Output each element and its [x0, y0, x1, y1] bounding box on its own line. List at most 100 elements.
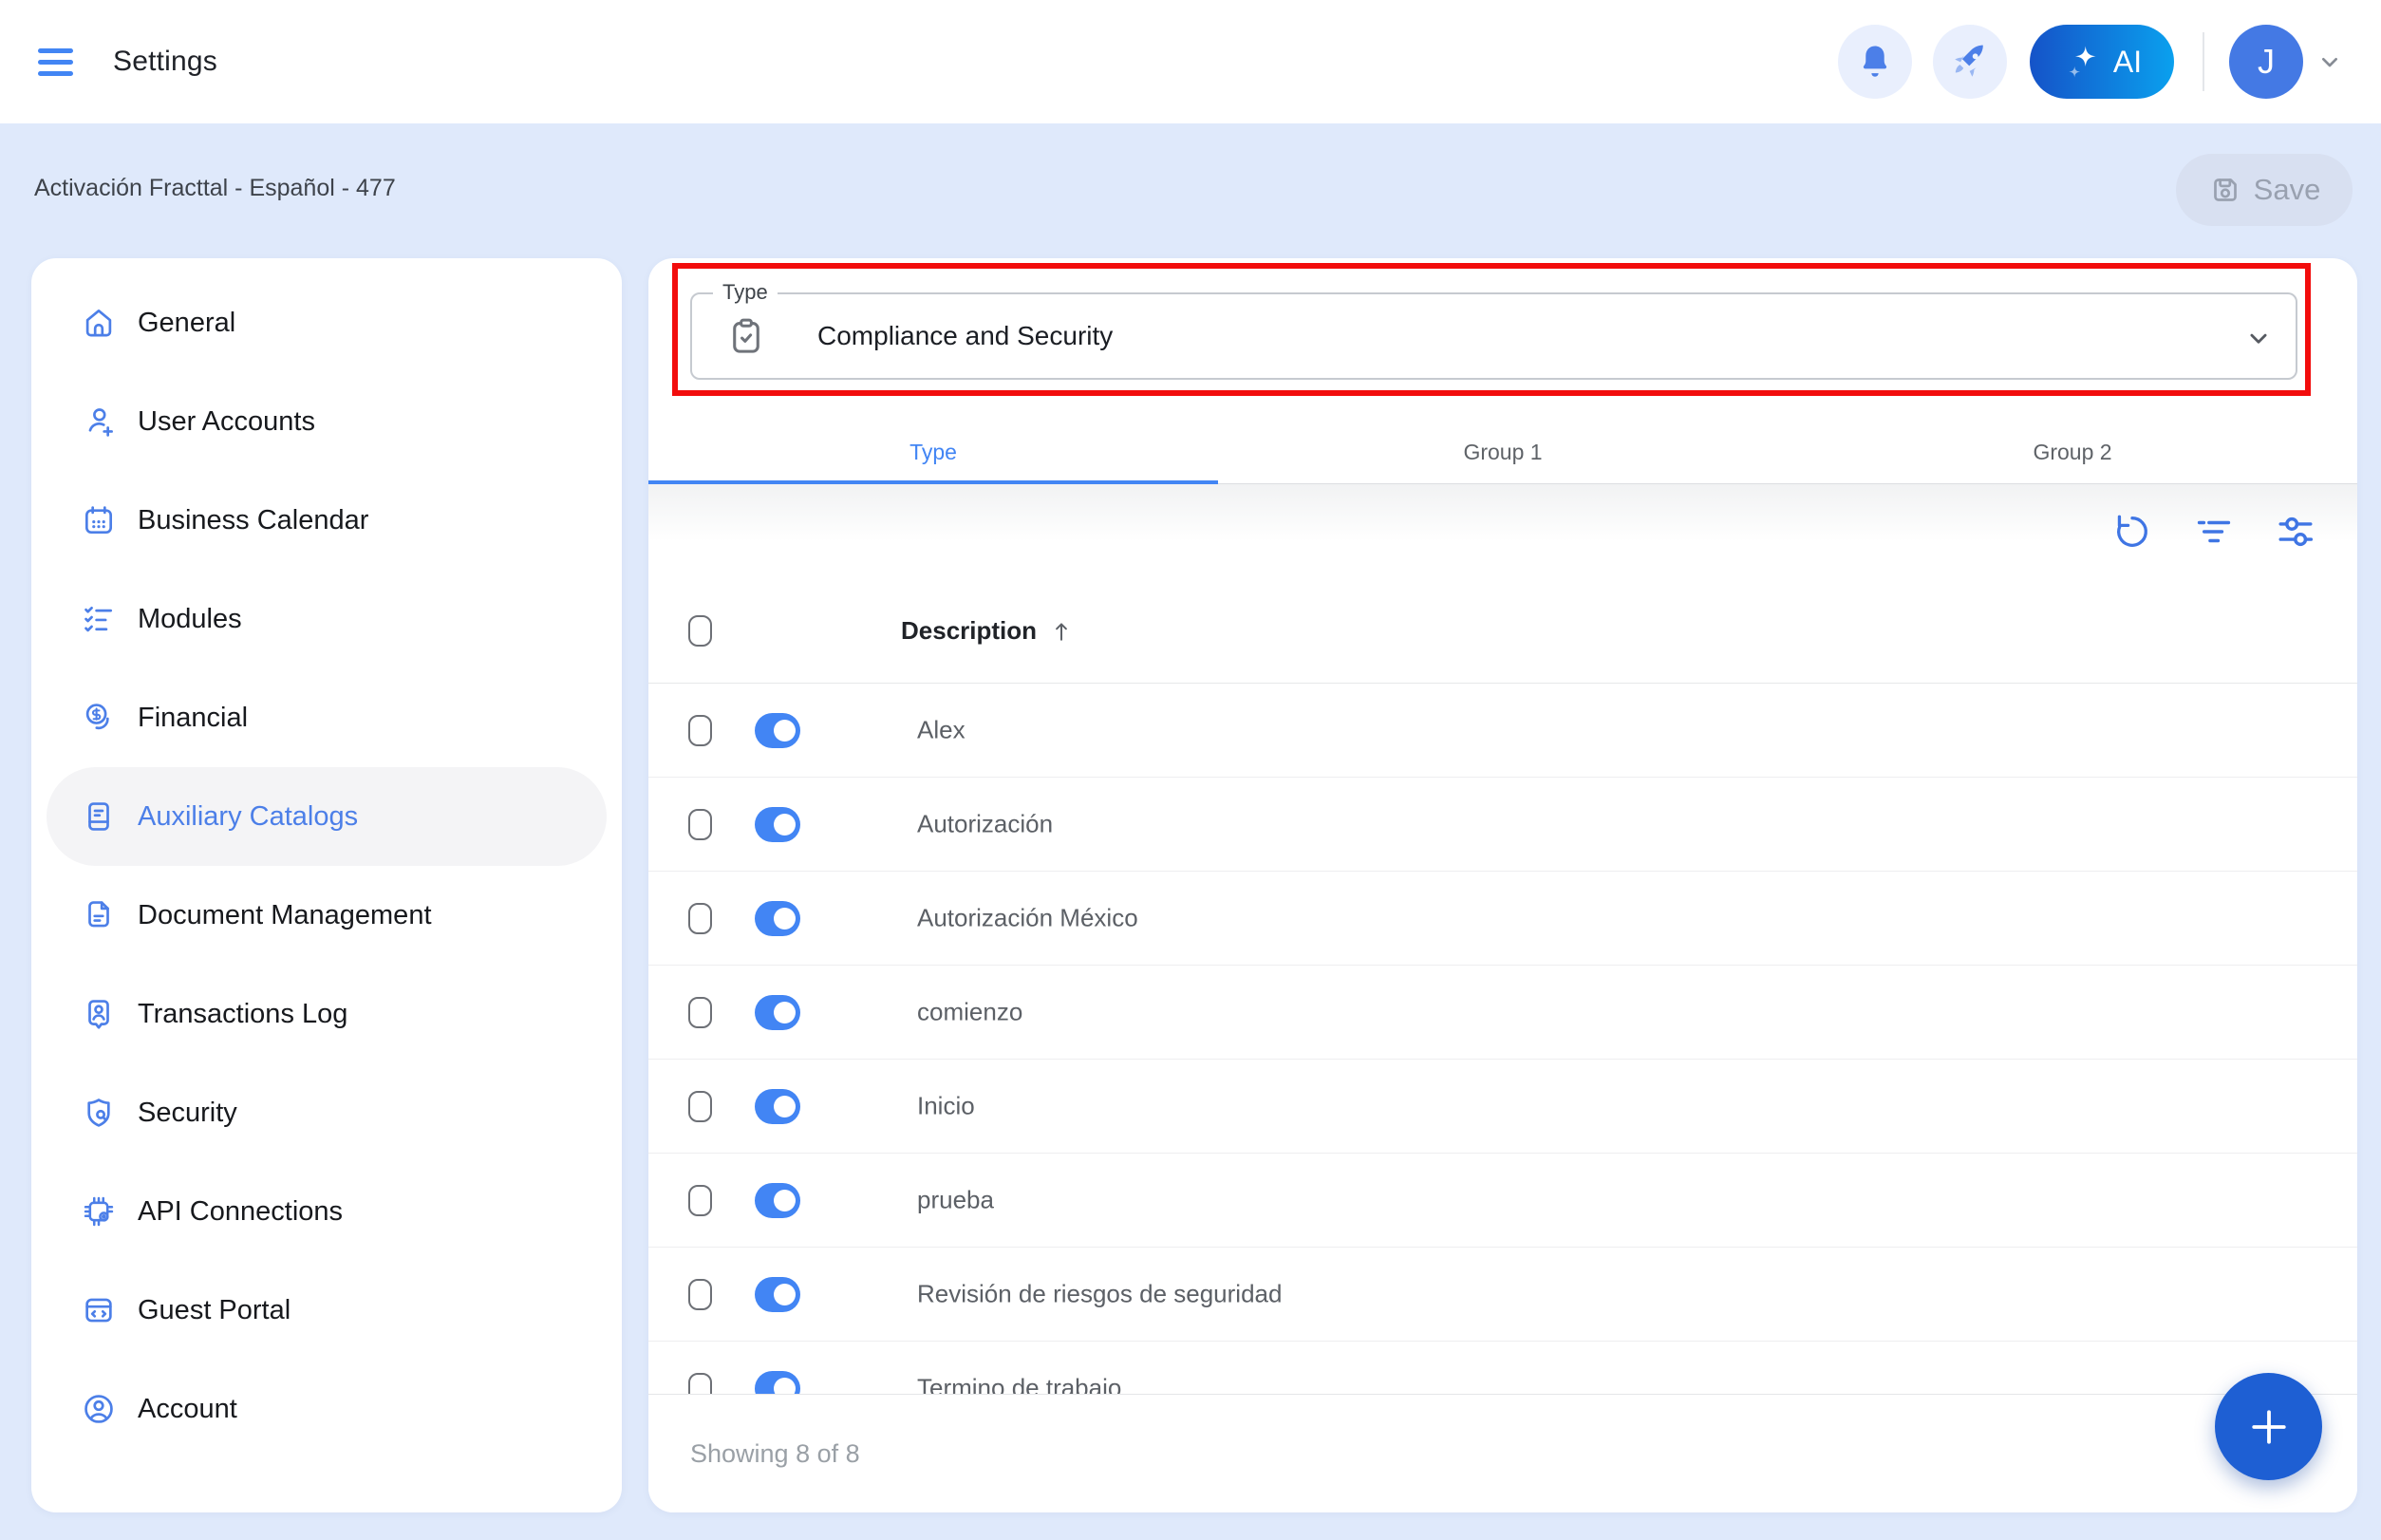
tab-group-2[interactable]: Group 2: [1788, 422, 2357, 483]
type-select-value: Compliance and Security: [817, 321, 1114, 350]
save-icon: [2208, 173, 2242, 207]
table-row: Alex: [648, 684, 2357, 778]
row-description: Alex: [917, 715, 966, 744]
notifications-button[interactable]: [1838, 25, 1912, 99]
ai-button[interactable]: AI: [2030, 25, 2174, 99]
tab-type[interactable]: Type: [648, 422, 1218, 484]
toggle-knob: [774, 1190, 796, 1211]
toggle-knob: [774, 908, 796, 930]
checklist-icon: [81, 601, 117, 637]
plus-icon: [2243, 1401, 2295, 1453]
toggle-knob: [774, 1096, 796, 1117]
tab-group-1[interactable]: Group 1: [1218, 422, 1788, 483]
sidebar-item-account[interactable]: Account: [47, 1360, 607, 1458]
sidebar-item-modules[interactable]: Modules: [47, 570, 607, 668]
calendar-icon: [81, 502, 117, 538]
row-checkbox[interactable]: [688, 903, 712, 934]
select-chevron-down-icon: [2242, 322, 2275, 354]
avatar[interactable]: J: [2229, 25, 2303, 99]
row-description: Termino de trabajo: [917, 1373, 1122, 1395]
whats-new-button[interactable]: [1933, 25, 2007, 99]
row-toggle[interactable]: [755, 1277, 800, 1312]
sidebar-item-general[interactable]: General: [47, 273, 607, 372]
menu-icon: [38, 47, 73, 53]
toggle-knob: [774, 1378, 796, 1394]
chevron-down-icon[interactable]: [2315, 47, 2345, 77]
type-select-label: Type: [713, 280, 778, 306]
table-body: Alex Autorización Autorización México co…: [648, 684, 2357, 1394]
table-row: Autorización México: [648, 872, 2357, 966]
row-checkbox[interactable]: [688, 1185, 712, 1216]
sidebar-item-api-connections[interactable]: API Connections: [47, 1162, 607, 1261]
column-header-description[interactable]: Description: [901, 579, 1075, 683]
id-badge-icon: [81, 996, 117, 1032]
breadcrumb: Activación Fracttal - Español - 477: [34, 174, 396, 201]
row-checkbox[interactable]: [688, 809, 712, 840]
bell-icon: [1854, 41, 1896, 83]
row-checkbox[interactable]: [688, 997, 712, 1028]
ai-button-label: AI: [2112, 44, 2143, 79]
row-toggle[interactable]: [755, 1183, 800, 1218]
table-row: Autorización: [648, 778, 2357, 872]
row-toggle[interactable]: [755, 807, 800, 842]
select-all-checkbox[interactable]: [688, 615, 712, 647]
row-checkbox[interactable]: [688, 1091, 712, 1122]
sidebar-item-user-accounts[interactable]: User Accounts: [47, 372, 607, 471]
sidebar-item-guest-portal[interactable]: Guest Portal: [47, 1261, 607, 1360]
column-settings-button[interactable]: [2274, 510, 2317, 554]
filter-icon: [2193, 511, 2235, 553]
save-label: Save: [2253, 173, 2321, 206]
app-root: Settings AI J Activación Fracttal - Espa…: [0, 0, 2381, 1540]
column-header-label: Description: [901, 616, 1038, 645]
chip-gear-icon: [81, 1193, 117, 1230]
refresh-button[interactable]: [2110, 510, 2154, 554]
menu-button[interactable]: [38, 47, 73, 76]
sidebar-item-business-calendar[interactable]: Business Calendar: [47, 471, 607, 570]
row-toggle[interactable]: [755, 713, 800, 748]
row-toggle[interactable]: [755, 1371, 800, 1394]
add-button[interactable]: [2215, 1373, 2322, 1480]
row-description: prueba: [917, 1185, 994, 1214]
refresh-icon: [2111, 511, 2153, 553]
sidebar-item-security[interactable]: Security: [47, 1063, 607, 1162]
row-checkbox[interactable]: [688, 1279, 712, 1310]
sidebar-item-transactions-log[interactable]: Transactions Log: [47, 965, 607, 1063]
document-icon: [81, 897, 117, 933]
table-row: Revisión de riesgos de seguridad: [648, 1248, 2357, 1342]
table-row: Termino de trabajo: [648, 1342, 2357, 1394]
main-panel: Type Compliance and Security Type Group …: [648, 258, 2357, 1512]
sidebar-item-auxiliary-catalogs[interactable]: Auxiliary Catalogs: [47, 767, 607, 866]
browser-icon: [81, 1292, 117, 1328]
row-description: Revisión de riesgos de seguridad: [917, 1279, 1283, 1308]
row-toggle[interactable]: [755, 901, 800, 936]
home-icon: [81, 305, 117, 341]
sidebar-item-financial[interactable]: Financial: [47, 668, 607, 767]
toggle-knob: [774, 1284, 796, 1305]
shield-icon: [81, 1095, 117, 1131]
sparkle-icon: [2062, 41, 2104, 83]
clipboard-check-icon: [724, 314, 768, 358]
row-description: comienzo: [917, 997, 1023, 1026]
table-row: prueba: [648, 1154, 2357, 1248]
sidebar-item-document-management[interactable]: Document Management: [47, 866, 607, 965]
showing-count: Showing 8 of 8: [690, 1438, 860, 1468]
toggle-knob: [774, 720, 796, 742]
top-header: Settings AI J: [0, 0, 2381, 123]
toggle-knob: [774, 1002, 796, 1024]
row-toggle[interactable]: [755, 995, 800, 1030]
row-description: Autorización: [917, 809, 1054, 838]
header-actions: AI J: [1817, 25, 2345, 99]
table-toolbar: [648, 484, 2357, 579]
tab-label: Group 2: [2033, 440, 2112, 464]
filter-button[interactable]: [2192, 510, 2236, 554]
table-row: comienzo: [648, 966, 2357, 1060]
row-checkbox[interactable]: [688, 715, 712, 746]
toggle-knob: [774, 814, 796, 836]
tab-label: Type: [909, 440, 957, 464]
row-checkbox[interactable]: [688, 1373, 712, 1394]
type-select[interactable]: Type Compliance and Security: [690, 280, 2297, 380]
table-row: Inicio: [648, 1060, 2357, 1154]
row-toggle[interactable]: [755, 1089, 800, 1124]
header-divider: [2203, 32, 2204, 91]
save-button[interactable]: Save: [2176, 154, 2353, 226]
